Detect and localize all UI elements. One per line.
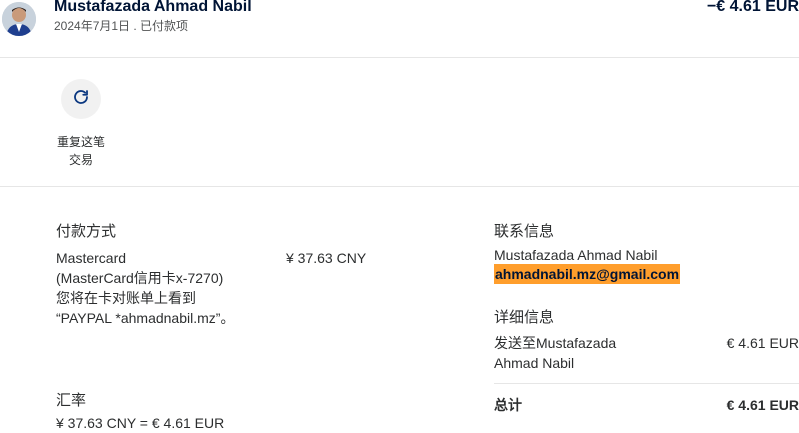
counterparty-name: Mustafazada Ahmad Nabil: [54, 0, 252, 15]
divider: [0, 186, 799, 187]
repeat-transaction-button[interactable]: [61, 79, 101, 119]
contact-info-heading: 联系信息: [494, 223, 555, 240]
contact-email[interactable]: ahmadnabil.mz@gmail.com: [494, 264, 681, 284]
total-label: 总计: [494, 397, 522, 413]
contact-name: Mustafazada Ahmad Nabil: [494, 247, 658, 263]
repeat-transaction-label[interactable]: 重复这笔 交易: [50, 133, 112, 169]
avatar: [2, 2, 36, 36]
exchange-rate-value: ¥ 37.63 CNY = € 4.61 EUR: [56, 415, 225, 431]
refresh-icon: [72, 88, 90, 111]
sent-amount: € 4.61 EUR: [726, 335, 799, 351]
total-amount: € 4.61 EUR: [726, 397, 799, 413]
payment-method-amount: ¥ 37.63 CNY: [286, 250, 367, 266]
divider: [0, 57, 799, 58]
total-divider: [494, 383, 799, 384]
transaction-date-status: 2024年7月1日 . 已付款项: [54, 19, 189, 33]
sent-to-label: 发送至Mustafazada Ahmad Nabil: [494, 335, 617, 371]
details-heading: 详细信息: [494, 309, 555, 326]
payment-method-details: Mastercard (MasterCard信用卡x-7270) 您将在卡对账单…: [56, 250, 235, 326]
exchange-rate-heading: 汇率: [56, 392, 87, 409]
payment-method-heading: 付款方式: [56, 223, 117, 240]
transaction-amount: −€ 4.61 EUR: [706, 0, 799, 15]
